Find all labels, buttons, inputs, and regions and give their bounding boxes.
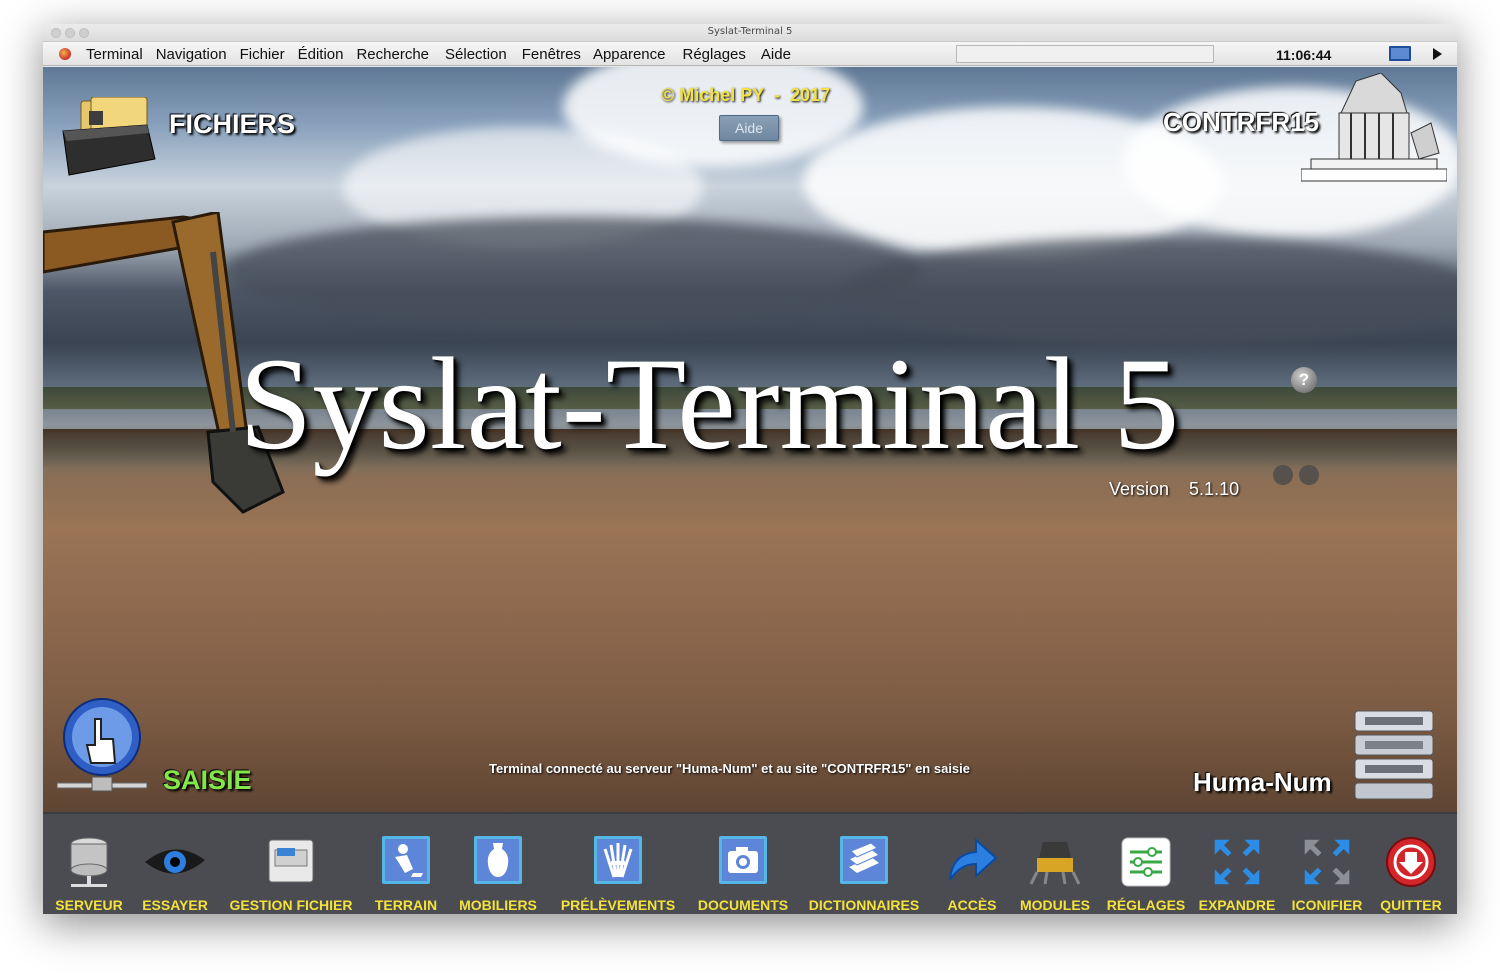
mode-label: SAISIE	[163, 765, 252, 795]
version-text: Version 5.1.10	[1109, 479, 1240, 499]
menu-apparence[interactable]: Apparence	[593, 46, 666, 63]
menu-terminal[interactable]: Terminal	[86, 46, 143, 63]
aide-button[interactable]: Aide	[719, 115, 779, 141]
arrow-right-icon	[949, 837, 998, 881]
essayer-label: ESSAYER	[142, 897, 208, 913]
window-title: Syslat-Terminal 5	[707, 26, 793, 37]
books-icon	[840, 836, 888, 884]
screen-icon[interactable]	[1389, 46, 1411, 61]
lunar-module-icon	[1029, 842, 1081, 885]
menu-selection[interactable]: Sélection	[445, 46, 507, 63]
dictionnaires-button[interactable]: DICTIONNAIRES	[805, 814, 923, 914]
menubar-search-field[interactable]	[956, 45, 1214, 63]
terrain-button[interactable]: TERRAIN	[366, 814, 446, 914]
serveur-label: SERVEUR	[55, 897, 123, 913]
globe-hand-network-icon[interactable]	[57, 697, 147, 797]
quitter-button[interactable]: QUITTER	[1373, 814, 1449, 914]
modules-label: MODULES	[1020, 897, 1090, 913]
menu-fenetres[interactable]: Fenêtres	[522, 46, 581, 63]
window-titlebar[interactable]: Syslat-Terminal 5	[43, 24, 1457, 42]
mobiliers-label: MOBILIERS	[459, 897, 537, 913]
splash-background: FICHIERS © Michel PY - 2017 Aide CONTRFR…	[43, 67, 1457, 812]
menu-edition[interactable]: Édition	[298, 46, 344, 63]
menu-bar: Terminal Navigation Fichier Édition Rech…	[43, 42, 1457, 66]
iconifier-button[interactable]: ICONIFIER	[1287, 814, 1367, 914]
site-label[interactable]: CONTRFR15	[1163, 107, 1319, 138]
iconify-icon	[1304, 839, 1350, 885]
server-label[interactable]: Huma-Num	[1193, 767, 1332, 798]
quitter-label: QUITTER	[1380, 897, 1442, 913]
acces-button[interactable]: ACCÈS	[935, 814, 1009, 914]
menu-reglages[interactable]: Réglages	[683, 46, 746, 63]
digging-worker-icon	[382, 836, 430, 884]
iconifier-label: ICONIFIER	[1291, 897, 1363, 913]
expand-icon	[1214, 839, 1260, 885]
server-rack-icon[interactable]	[1351, 709, 1437, 801]
wheat-sheaf-icon	[594, 836, 642, 884]
menu-recherche[interactable]: Recherche	[356, 46, 429, 63]
card-file-box-icon[interactable]	[59, 97, 159, 177]
mobiliers-button[interactable]: MOBILIERS	[455, 814, 541, 914]
quit-icon	[1386, 837, 1436, 887]
essayer-button[interactable]: ESSAYER	[135, 814, 215, 914]
expandre-button[interactable]: EXPANDRE	[1197, 814, 1277, 914]
sliders-icon	[1121, 837, 1171, 887]
gestion-fichier-label: GESTION FICHIER	[229, 897, 353, 913]
database-server-icon	[70, 837, 108, 887]
help-icon[interactable]: ?	[1291, 367, 1317, 393]
file-cabinet-icon	[268, 839, 314, 883]
dot-icon	[1299, 465, 1319, 485]
dot-icon	[1273, 465, 1293, 485]
amphora-icon	[474, 836, 522, 884]
app-logo-icon[interactable]	[59, 48, 71, 60]
prelevements-label: PRÉLÈVEMENTS	[560, 897, 676, 913]
documents-label: DOCUMENTS	[697, 897, 789, 913]
progress-dots	[1273, 465, 1325, 490]
connection-status: Terminal connecté au serveur "Huma-Num" …	[489, 761, 970, 776]
fichiers-label[interactable]: FICHIERS	[169, 109, 295, 140]
play-icon[interactable]	[1433, 48, 1442, 60]
ancient-ruin-engraving-icon[interactable]	[1301, 73, 1447, 183]
terrain-label: TERRAIN	[374, 897, 438, 913]
expandre-label: EXPANDRE	[1198, 897, 1276, 913]
app-title: Syslat-Terminal 5	[239, 330, 1180, 477]
copyright-text: © Michel PY - 2017	[661, 85, 831, 105]
eye-icon	[145, 849, 205, 874]
menubar-clock: 11:06:44	[1276, 47, 1332, 63]
serveur-button[interactable]: SERVEUR	[49, 814, 129, 914]
app-window: Syslat-Terminal 5 Terminal Navigation Fi…	[43, 24, 1457, 914]
menu-aide[interactable]: Aide	[761, 46, 791, 63]
reglages-label: RÉGLAGES	[1106, 897, 1186, 913]
bottom-toolbar: SERVEUR ESSAYER GESTION FICHIER TERRAIN	[43, 812, 1457, 914]
menu-fichier[interactable]: Fichier	[240, 46, 285, 63]
prelevements-button[interactable]: PRÉLÈVEMENTS	[556, 814, 680, 914]
camera-icon	[719, 836, 767, 884]
acces-label: ACCÈS	[947, 897, 997, 913]
dictionnaires-label: DICTIONNAIRES	[808, 897, 920, 913]
menu-navigation[interactable]: Navigation	[156, 46, 227, 63]
documents-button[interactable]: DOCUMENTS	[690, 814, 796, 914]
gestion-fichier-button[interactable]: GESTION FICHIER	[226, 814, 356, 914]
modules-button[interactable]: MODULES	[1015, 814, 1095, 914]
reglages-button[interactable]: RÉGLAGES	[1105, 814, 1187, 914]
